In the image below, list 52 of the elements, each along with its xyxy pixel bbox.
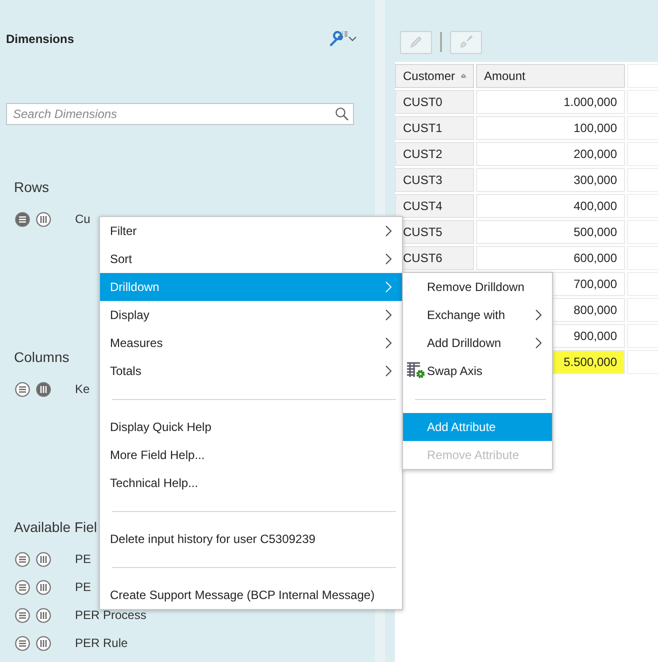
menu-item[interactable]: Technical Help... [100,469,402,497]
rows-icon[interactable] [15,636,30,650]
table-cell: 200,000 [476,142,625,166]
menu-item[interactable]: Delete input history for user C5309239 [100,525,402,553]
panel-title: Dimensions [6,32,74,46]
menu-item[interactable]: Totals [100,357,402,385]
field-label[interactable]: Cu [75,212,90,226]
section-title: Rows [13,178,50,196]
pencil-icon [408,34,424,50]
sort-icon [461,73,466,79]
table-cell: CUST0 [395,90,474,114]
columns-icon[interactable] [36,636,51,650]
rows-icon[interactable] [15,212,30,226]
column-header[interactable]: Amount [476,64,625,88]
rows-icon[interactable] [15,382,30,396]
section-title: Available Fiel [13,518,98,536]
table-cell: 600,000 [476,246,625,270]
table-cell: 400,000 [476,194,625,218]
columns-icon[interactable] [36,552,51,566]
rows-icon[interactable] [15,552,30,566]
table-cell: 100,000 [476,116,625,140]
section-title: Columns [13,348,70,366]
wrench-icon [329,31,357,47]
table-gear-icon [406,362,426,379]
table-cell: CUST4 [395,194,474,218]
table-cell: 500,000 [476,220,625,244]
table-cell: 1.000,000 [476,90,625,114]
search-field[interactable]: Search Dimensions [6,103,354,125]
columns-icon[interactable] [36,212,51,226]
columns-icon[interactable] [36,580,51,594]
table-cell: CUST2 [395,142,474,166]
table-cell: CUST3 [395,168,474,192]
table-cell: CUST1 [395,116,474,140]
field-label[interactable]: PE [75,580,92,594]
settings-dropdown-button[interactable] [329,31,357,47]
column-header[interactable]: Customer [395,64,474,88]
field-label[interactable]: PER Process [75,608,146,622]
menu-item[interactable]: Measures [100,329,402,357]
field-label[interactable]: PER Rule [75,636,128,650]
field-label[interactable]: PE [75,552,92,566]
brush-icon [458,34,474,50]
field-label[interactable]: Ke [75,382,90,396]
menu-item[interactable]: Display [100,301,402,329]
menu-item[interactable]: Display Quick Help [100,413,402,441]
rows-icon[interactable] [15,608,30,622]
menu-item[interactable]: Create Support Message (BCP Internal Message) [100,581,402,609]
columns-icon[interactable] [36,608,51,622]
search-icon [335,107,349,121]
columns-icon[interactable] [36,382,51,396]
rows-icon[interactable] [15,580,30,594]
menu-item[interactable]: More Field Help... [100,441,402,469]
table-cell: 300,000 [476,168,625,192]
